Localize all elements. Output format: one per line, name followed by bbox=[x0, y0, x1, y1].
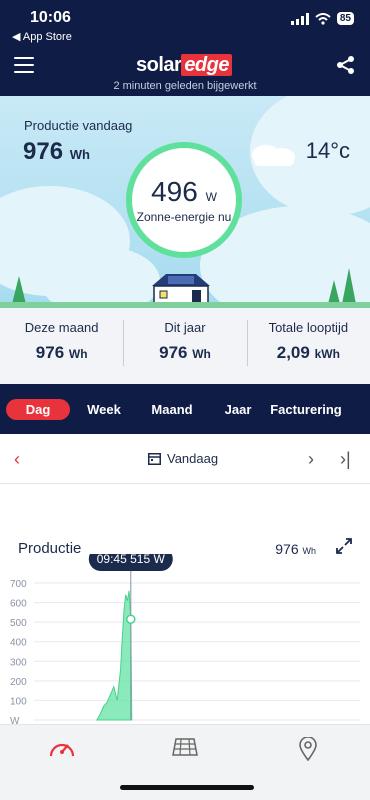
production-stats: Deze maand 976 Wh Dit jaar 976 Wh Totale… bbox=[0, 308, 370, 380]
location-pin-icon[interactable] bbox=[298, 737, 318, 761]
tree-icon bbox=[342, 268, 356, 304]
tooltip-text: 09:45 515 W bbox=[97, 554, 166, 566]
y-tick-label: 200 bbox=[10, 677, 27, 688]
wifi-icon bbox=[315, 12, 331, 25]
highlight-point bbox=[126, 614, 136, 624]
y-tick-label: 700 bbox=[10, 579, 27, 590]
hamburger-menu-icon[interactable] bbox=[14, 57, 34, 73]
temperature-value: 14°c bbox=[305, 138, 350, 163]
home-indicator bbox=[120, 785, 254, 790]
tab-dag[interactable]: Dag bbox=[6, 398, 70, 420]
signal-icon bbox=[290, 12, 309, 25]
y-tick-label: 300 bbox=[10, 657, 27, 668]
status-time: 10:06 bbox=[30, 9, 71, 26]
current-power-gauge[interactable]: 496 W Zonne-energie nu bbox=[126, 142, 242, 258]
y-tick-label: 600 bbox=[10, 599, 27, 610]
current-power-value: 496 W bbox=[151, 176, 217, 207]
y-tick-label: 500 bbox=[10, 618, 27, 629]
production-today-label: Productie vandaag bbox=[24, 118, 133, 133]
previous-day-button[interactable]: ‹ bbox=[14, 449, 20, 470]
tree-icon bbox=[12, 276, 26, 304]
production-chart-panel: Productie 976 Wh 700 600 500 400 300 200 100 W 0… bbox=[0, 484, 370, 724]
tree-icon bbox=[328, 280, 340, 304]
tab-facturering[interactable]: Facturering bbox=[264, 402, 348, 417]
y-tick-label: 100 bbox=[10, 696, 27, 707]
solar-panel-icon[interactable] bbox=[172, 737, 198, 757]
status-icons: 85 bbox=[290, 12, 354, 25]
tab-week[interactable]: Week bbox=[80, 402, 128, 417]
tab-jaar[interactable]: Jaar bbox=[212, 402, 264, 417]
back-to-app-store[interactable]: ◀ App Store bbox=[12, 30, 72, 43]
gauge-icon[interactable] bbox=[48, 737, 76, 759]
calendar-icon bbox=[148, 453, 161, 465]
weather-cloud-icon bbox=[252, 145, 295, 166]
date-label: Vandaag bbox=[167, 451, 219, 466]
date-navigation: ‹ Vandaag › ›| bbox=[0, 434, 370, 484]
last-updated-text: 2 minuten geleden bijgewerkt bbox=[113, 80, 257, 92]
last-day-button[interactable]: ›| bbox=[340, 449, 351, 470]
share-icon[interactable] bbox=[336, 55, 356, 75]
stat-this-month: Deze maand 976 Wh bbox=[24, 320, 99, 362]
production-hero: Productie vandaag 976 Wh 14°c 496 W Zonn… bbox=[0, 96, 370, 308]
expand-icon[interactable] bbox=[336, 538, 352, 554]
period-tabs: Dag Week Maand Jaar Facturering bbox=[0, 384, 370, 434]
current-power-label: Zonne-energie nu bbox=[136, 210, 232, 224]
y-tick-label: W bbox=[10, 716, 20, 724]
battery-indicator: 85 bbox=[336, 12, 354, 25]
stat-this-year: Dit jaar 976 Wh bbox=[123, 308, 246, 380]
production-chart[interactable]: 700 600 500 400 300 200 100 W 09:45 515 W bbox=[0, 554, 370, 724]
solaredge-logo: solar edge bbox=[136, 54, 232, 77]
date-picker[interactable]: Vandaag bbox=[148, 451, 218, 466]
production-today-value: 976 Wh bbox=[23, 138, 90, 165]
tab-maand[interactable]: Maand bbox=[144, 402, 200, 417]
next-day-button[interactable]: › bbox=[308, 449, 314, 470]
y-tick-label: 400 bbox=[10, 638, 27, 649]
app-header: 10:06 ◀ App Store 85 solar edge 2 minuten… bbox=[0, 0, 370, 96]
stat-lifetime: Totale looptijd 2,09 kWh bbox=[246, 308, 370, 380]
